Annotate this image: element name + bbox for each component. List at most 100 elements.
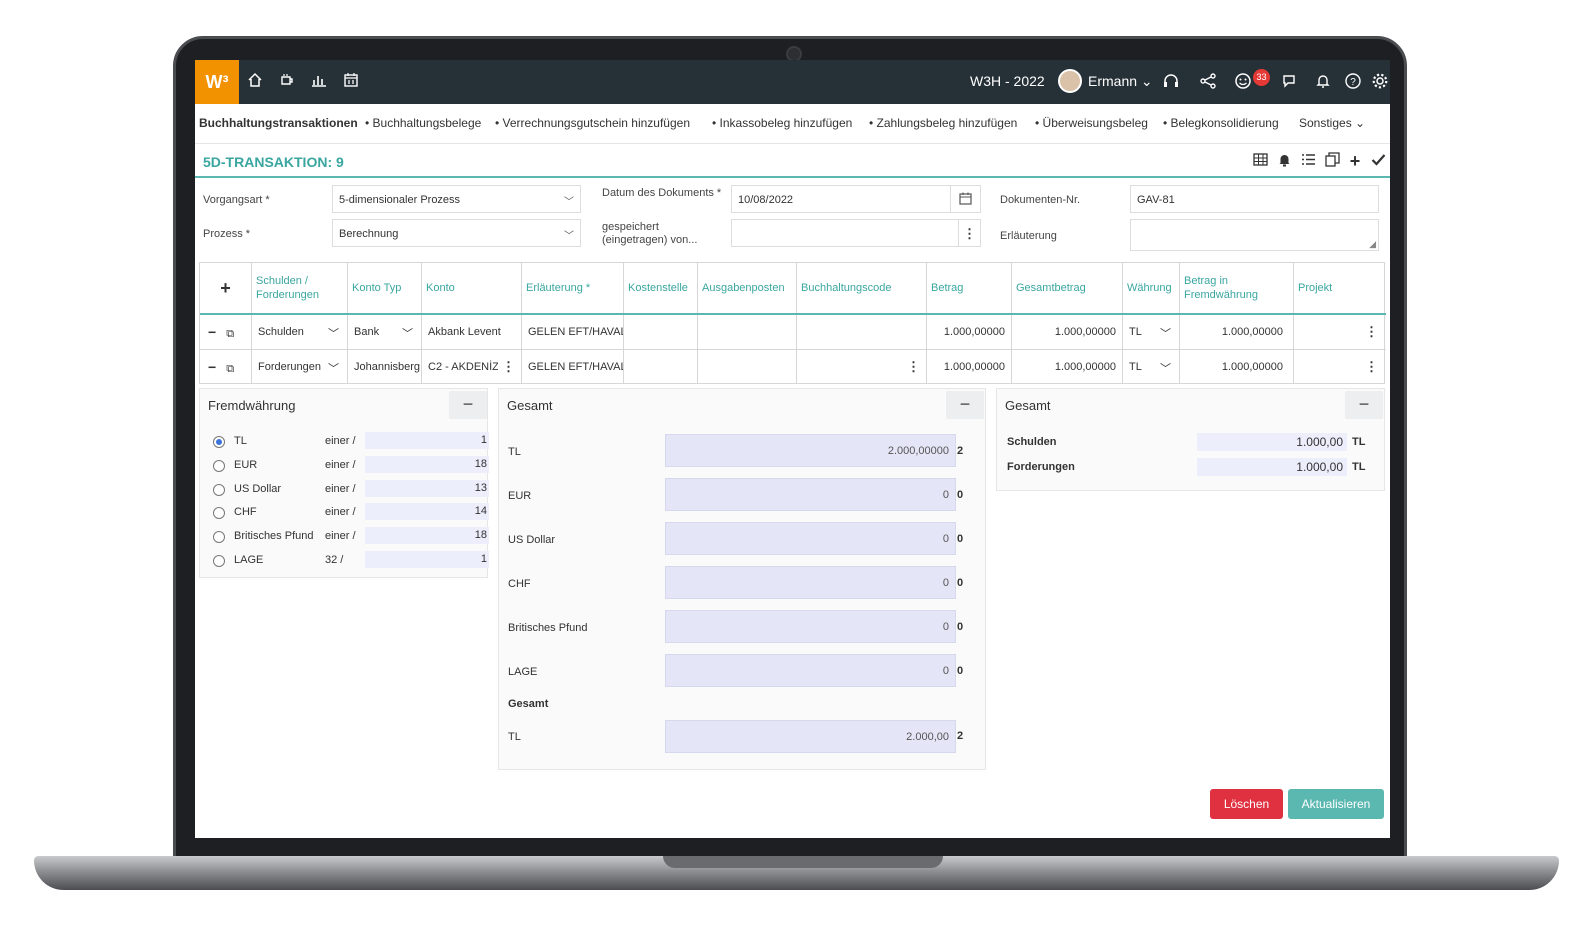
more-vertical-icon[interactable]: ⋮ <box>498 359 515 375</box>
header-kostenstelle[interactable]: Kostenstelle <box>624 263 698 313</box>
currency-radio-usd[interactable] <box>213 484 225 496</box>
menu-verrechnungsgutschein[interactable]: • Verrechnungsgutschein hinzufügen <box>495 116 690 130</box>
header-gesamtbetrag[interactable]: Gesamtbetrag <box>1012 263 1123 313</box>
share-icon[interactable] <box>1198 72 1218 92</box>
cell-gesamtbetrag[interactable]: 1.000,00000 <box>1012 350 1123 384</box>
app-logo[interactable]: W³ <box>195 60 239 104</box>
more-vertical-icon[interactable]: ⋮ <box>958 220 980 246</box>
add-icon[interactable]: + <box>1346 152 1364 170</box>
datum-field[interactable]: 10/08/2022 <box>731 185 981 213</box>
headset-icon[interactable] <box>1161 72 1181 92</box>
cell-betrag[interactable]: 1.000,00000 <box>927 315 1012 349</box>
collapse-button[interactable]: − <box>1345 391 1383 419</box>
remove-row-icon[interactable]: − <box>208 324 216 340</box>
cell-konto[interactable]: C2 - AKDENİZ ⋮ <box>422 350 522 384</box>
menu-belegkonsolidierung[interactable]: • Belegkonsolidierung <box>1163 116 1279 130</box>
resize-handle-icon[interactable]: ◢ <box>1369 239 1376 250</box>
cell-betrag[interactable]: 1.000,00000 <box>927 350 1012 384</box>
cell-erlaeuterung[interactable]: GELEN EFT/HAVALE <box>522 315 624 349</box>
smiley-icon[interactable] <box>1233 72 1253 92</box>
cell-konto-typ[interactable]: Johannisberg <box>348 350 422 384</box>
gear-icon[interactable] <box>1370 72 1390 92</box>
header-waehrung[interactable]: Währung <box>1123 263 1180 313</box>
list-icon[interactable] <box>1299 152 1317 170</box>
cell-kostenstelle[interactable] <box>624 350 698 384</box>
delete-button[interactable]: Löschen <box>1210 789 1283 819</box>
cell-projekt[interactable]: ⋮ <box>1294 350 1386 384</box>
menu-zahlungsbeleg[interactable]: • Zahlungsbeleg hinzufügen <box>869 116 1017 130</box>
copy-icon[interactable] <box>1323 152 1341 170</box>
calendar-icon[interactable] <box>341 72 361 92</box>
collapse-button[interactable]: − <box>946 391 984 419</box>
menu-buchhaltungsbelege[interactable]: • Buchhaltungsbelege <box>365 116 481 130</box>
currency-radio-tl[interactable] <box>213 436 225 448</box>
currency-rate-input[interactable]: 14 <box>365 503 489 520</box>
menu-buchhaltungstransaktionen[interactable]: Buchhaltungstransaktionen <box>199 116 358 130</box>
calendar-icon[interactable] <box>950 186 980 212</box>
cell-ausgabenposten[interactable] <box>698 315 797 349</box>
gespeichert-field[interactable]: ⋮ <box>731 219 981 247</box>
help-icon[interactable]: ? <box>1343 72 1363 92</box>
bell-icon[interactable] <box>1275 152 1293 170</box>
currency-rate-input[interactable]: 1 <box>365 432 489 449</box>
menu-ueberweisungsbeleg[interactable]: • Überweisungsbeleg <box>1035 116 1148 130</box>
cell-gesamtbetrag[interactable]: 1.000,00000 <box>1012 315 1123 349</box>
currency-radio-gbp[interactable] <box>213 531 225 543</box>
cell-buchhaltungscode[interactable]: ⋮ <box>797 350 927 384</box>
header-ausgabenposten[interactable]: Ausgabenposten <box>698 263 797 313</box>
chat-icon[interactable] <box>1280 72 1300 92</box>
copy-row-icon[interactable]: ⧉ <box>226 328 234 340</box>
add-row-button[interactable]: + <box>200 263 252 313</box>
company-selector[interactable]: W3H - 2022 <box>970 73 1045 89</box>
cell-projekt[interactable]: ⋮ <box>1294 315 1386 349</box>
cell-betrag-fremdwaehrung[interactable]: 1.000,00000 <box>1180 315 1294 349</box>
prozess-select[interactable]: Berechnung ﹀ <box>332 219 581 247</box>
currency-radio-chf[interactable] <box>213 507 225 519</box>
more-vertical-icon[interactable]: ⋮ <box>1365 324 1378 340</box>
table-view-icon[interactable] <box>1251 152 1269 170</box>
cell-waehrung[interactable]: TL ﹀ <box>1123 315 1180 349</box>
cell-ausgabenposten[interactable] <box>698 350 797 384</box>
cell-schulden-forderungen[interactable]: Forderungen ﹀ <box>252 350 348 384</box>
header-projekt[interactable]: Projekt <box>1294 263 1386 313</box>
more-vertical-icon[interactable]: ⋮ <box>907 359 920 375</box>
currency-rate-input[interactable]: 13 <box>365 480 489 497</box>
currency-radio-lage[interactable] <box>213 555 225 567</box>
cell-buchhaltungscode[interactable] <box>797 315 927 349</box>
avatar[interactable] <box>1058 69 1082 93</box>
header-betrag[interactable]: Betrag <box>927 263 1012 313</box>
collapse-button[interactable]: − <box>449 391 487 419</box>
cell-erlaeuterung[interactable]: GELEN EFT/HAVALE <box>522 350 624 384</box>
currency-rate-input[interactable]: 18 <box>365 527 489 544</box>
cell-konto[interactable]: Akbank Levent <box>422 315 522 349</box>
more-vertical-icon[interactable]: ⋮ <box>1365 359 1378 375</box>
cell-kostenstelle[interactable] <box>624 315 698 349</box>
dokumenten-field[interactable]: GAV-81 <box>1130 185 1379 213</box>
menu-inkassobeleg[interactable]: • Inkassobeleg hinzufügen <box>712 116 852 130</box>
coffee-icon[interactable] <box>277 72 297 92</box>
user-menu[interactable]: Ermann ⌄ <box>1088 73 1153 90</box>
cell-konto-typ[interactable]: Bank ﹀ <box>348 315 422 349</box>
erlaeuterung-textarea[interactable]: ◢ <box>1130 219 1379 251</box>
copy-row-icon[interactable]: ⧉ <box>226 363 234 375</box>
check-icon[interactable] <box>1369 152 1387 170</box>
currency-rate-input[interactable]: 1 <box>365 551 489 568</box>
home-icon[interactable] <box>245 72 265 92</box>
bar-chart-icon[interactable] <box>309 72 329 92</box>
cell-schulden-forderungen[interactable]: Schulden ﹀ <box>252 315 348 349</box>
remove-row-icon[interactable]: − <box>208 359 216 375</box>
cell-waehrung[interactable]: TL ﹀ <box>1123 350 1180 384</box>
header-konto-typ[interactable]: Konto Typ <box>348 263 422 313</box>
menu-sonstiges[interactable]: Sonstiges ⌄ <box>1299 116 1365 130</box>
currency-radio-eur[interactable] <box>213 460 225 472</box>
cell-betrag-fremdwaehrung[interactable]: 1.000,00000 <box>1180 350 1294 384</box>
vorgangsart-select[interactable]: 5-dimensionaler Prozess ﹀ <box>332 185 581 213</box>
bell-icon[interactable] <box>1313 72 1333 92</box>
header-erlaeuterung[interactable]: Erläuterung * <box>522 263 624 313</box>
header-konto[interactable]: Konto <box>422 263 522 313</box>
update-button[interactable]: Aktualisieren <box>1288 789 1384 819</box>
currency-rate-input[interactable]: 18 <box>365 456 489 473</box>
header-buchhaltungscode[interactable]: Buchhaltungscode <box>797 263 927 313</box>
header-betrag-fremdwaehrung[interactable]: Betrag in Fremdwährung <box>1180 263 1294 313</box>
header-schulden-forderungen[interactable]: Schulden / Forderungen <box>252 263 348 313</box>
